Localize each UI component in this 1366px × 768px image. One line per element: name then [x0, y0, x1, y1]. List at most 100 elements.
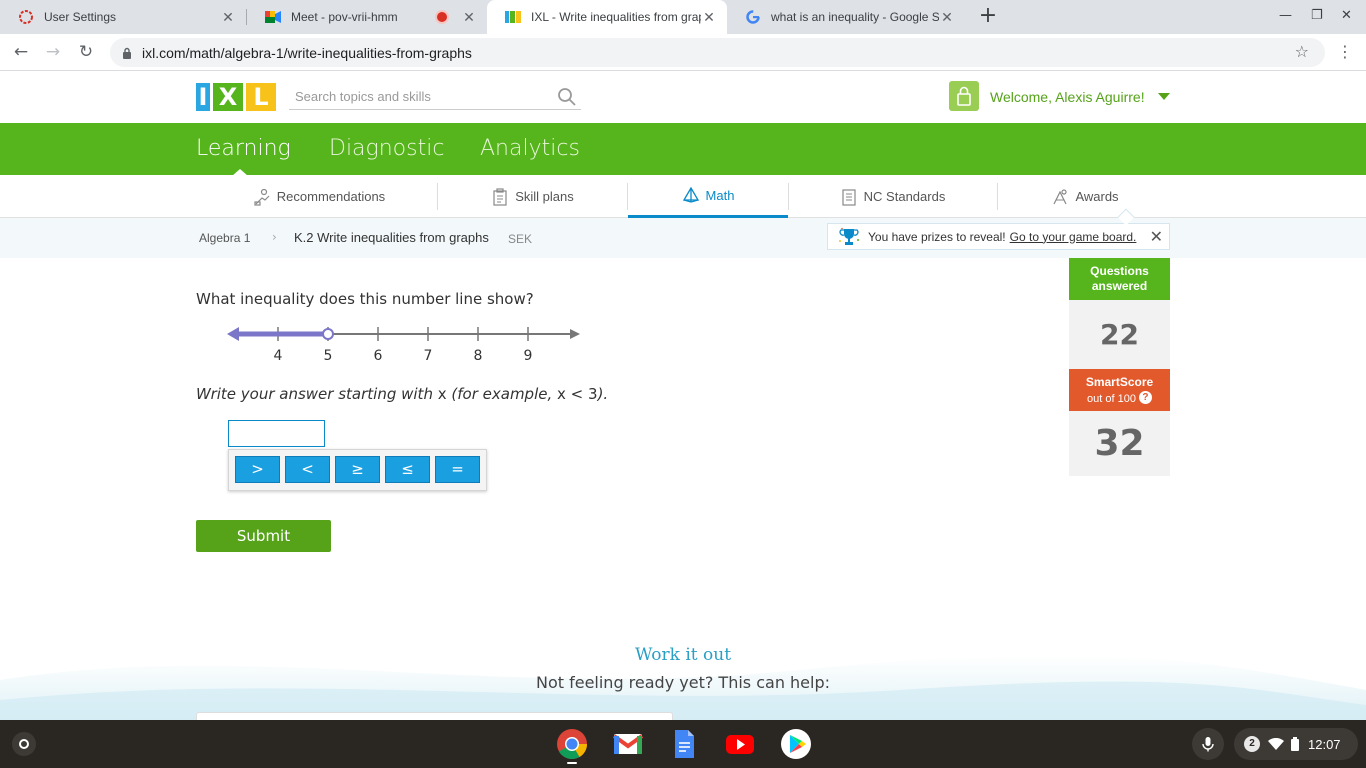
questions-answered-value: 22 — [1069, 300, 1170, 369]
search-box[interactable]: Search topics and skills — [289, 84, 581, 110]
subnav-separator — [437, 183, 438, 210]
prize-text: You have prizes to reveal! — [868, 229, 1006, 244]
welcome-user-menu[interactable]: Welcome, Alexis Aguirre! — [990, 89, 1145, 105]
subnav-label: Math — [705, 187, 735, 203]
chrome-app-icon[interactable] — [556, 728, 588, 760]
tab-close-icon[interactable]: ✕ — [701, 9, 717, 26]
submit-button[interactable]: Submit — [196, 520, 331, 552]
tab-ixl[interactable]: IXL - Write inequalities from grap ✕ — [487, 0, 727, 34]
search-icon[interactable] — [557, 87, 577, 107]
microphone-button[interactable] — [1192, 728, 1224, 760]
subnav-nc-standards[interactable]: NC Standards — [825, 175, 960, 218]
tab-google[interactable]: what is an inequality - Google Se ✕ — [727, 0, 965, 34]
gmail-app-icon[interactable] — [612, 728, 644, 760]
play-store-app-icon[interactable] — [780, 728, 812, 760]
number-line-tick-label: 6 — [374, 348, 383, 364]
avatar[interactable] — [949, 81, 979, 111]
work-it-out-title: Work it out — [634, 645, 732, 665]
logo-letter-i: I — [196, 83, 210, 111]
breadcrumb: Algebra 1 › K.2 Write inequalities from … — [0, 218, 1366, 258]
chevron-down-icon[interactable] — [1158, 93, 1170, 100]
close-icon[interactable]: ✕ — [1150, 227, 1163, 247]
os-shelf: 2 12:07 — [0, 720, 1366, 768]
smartscore-label: SmartScore — [1085, 375, 1154, 389]
trophy-icon — [839, 227, 859, 245]
smartscore-value: 32 — [1069, 411, 1170, 476]
key-less-or-equal[interactable]: ≤ — [385, 456, 430, 483]
subnav-math[interactable]: Math — [628, 175, 788, 218]
answer-instruction: Write your answer starting with x (for e… — [196, 385, 608, 403]
microphone-icon — [1202, 737, 1214, 752]
subnav-separator — [788, 183, 789, 210]
forward-arrow-icon[interactable]: → — [42, 41, 64, 63]
prize-banner: You have prizes to reveal! Go to your ga… — [827, 223, 1170, 250]
number-line-tick-label: 7 — [424, 348, 433, 364]
clock: 12:07 — [1308, 736, 1341, 752]
game-board-link[interactable]: Go to your game board. — [1010, 230, 1137, 244]
active-app-indicator — [567, 762, 577, 764]
number-line-tick-label: 4 — [274, 348, 283, 364]
subnav-skill-plans[interactable]: Skill plans — [470, 175, 595, 218]
number-line-tick-label: 8 — [474, 348, 483, 364]
number-line: 4 5 6 7 8 9 — [227, 327, 580, 364]
nav-analytics[interactable]: Analytics — [480, 136, 580, 161]
ixl-logo[interactable]: I X L — [196, 83, 276, 111]
awards-icon — [1053, 188, 1068, 204]
minimize-icon[interactable]: — — [1279, 8, 1292, 23]
youtube-app-icon[interactable] — [724, 728, 756, 760]
subnav-label: Awards — [1075, 189, 1119, 204]
skill-code: SEK — [508, 232, 533, 246]
key-less-than[interactable]: < — [285, 456, 330, 483]
notification-count-badge: 2 — [1244, 736, 1260, 752]
help-icon[interactable]: ? — [1138, 391, 1152, 405]
key-greater-than[interactable]: > — [235, 456, 280, 483]
subnav-awards[interactable]: Awards — [1040, 175, 1130, 218]
subnav-label: Skill plans — [515, 189, 574, 204]
sub-nav: Recommendations Skill plans Math NC Stan… — [0, 175, 1366, 218]
tab-meet[interactable]: Meet - pov-vrii-hmm ✕ — [247, 0, 487, 34]
back-arrow-icon[interactable]: ← — [10, 41, 32, 63]
search-placeholder: Search topics and skills — [295, 89, 431, 104]
open-circle-endpoint — [322, 328, 334, 340]
tab-user-settings[interactable]: User Settings ✕ — [0, 0, 246, 34]
tab-title: IXL - Write inequalities from grap — [531, 10, 701, 24]
tab-close-icon[interactable]: ✕ — [939, 9, 955, 26]
key-greater-or-equal[interactable]: ≥ — [335, 456, 380, 483]
smartscore-sublabel: out of 100 — [1087, 393, 1136, 405]
browser-menu-icon[interactable]: ⋮ — [1337, 42, 1353, 61]
tab-close-icon[interactable]: ✕ — [461, 9, 477, 26]
maximize-icon[interactable]: ❐ — [1311, 8, 1323, 23]
instruction-text: ). — [597, 385, 609, 403]
launcher-button[interactable] — [12, 732, 36, 756]
main-nav: Learning Diagnostic Analytics — [0, 123, 1366, 175]
answer-input[interactable] — [228, 420, 325, 447]
wifi-icon — [1268, 738, 1284, 750]
launcher-circle-icon — [19, 739, 29, 749]
key-equals[interactable]: = — [435, 456, 480, 483]
google-docs-app-icon[interactable] — [668, 728, 700, 760]
meet-favicon-icon — [265, 9, 281, 25]
logo-letter-x: X — [213, 83, 243, 111]
instruction-text: Write your answer starting with — [196, 385, 433, 403]
symbol-keypad: > < ≥ ≤ = — [228, 449, 487, 491]
tab-close-icon[interactable]: ✕ — [220, 9, 236, 26]
browser-tab-strip: User Settings ✕ Meet - pov-vrii-hmm ✕ IX… — [0, 0, 1366, 34]
new-tab-button[interactable]: + — [977, 5, 999, 27]
questions-answered-label: Questions answered — [1069, 258, 1170, 300]
breadcrumb-current: K.2 Write inequalities from graphs — [294, 230, 489, 245]
reload-icon[interactable]: ↻ — [75, 41, 97, 63]
url-text: ixl.com/math/algebra-1/write-inequalitie… — [142, 44, 472, 61]
nav-diagnostic[interactable]: Diagnostic — [329, 136, 444, 161]
subnav-recommendations[interactable]: Recommendations — [240, 175, 398, 218]
solution-ray-arrow — [227, 327, 239, 341]
bookmark-star-icon[interactable]: ☆ — [1295, 42, 1309, 61]
nav-learning[interactable]: Learning — [196, 136, 291, 161]
smartscore-header: SmartScore out of 100? — [1069, 369, 1170, 411]
window-close-icon[interactable]: ✕ — [1341, 8, 1352, 23]
instruction-text: (for example, — [451, 385, 553, 403]
tab-title: what is an inequality - Google Se — [771, 10, 939, 24]
address-bar[interactable]: ixl.com/math/algebra-1/write-inequalitie… — [110, 38, 1325, 67]
pyramid-icon — [682, 186, 699, 203]
status-tray[interactable]: 2 12:07 — [1234, 728, 1358, 760]
breadcrumb-parent[interactable]: Algebra 1 — [199, 231, 250, 245]
